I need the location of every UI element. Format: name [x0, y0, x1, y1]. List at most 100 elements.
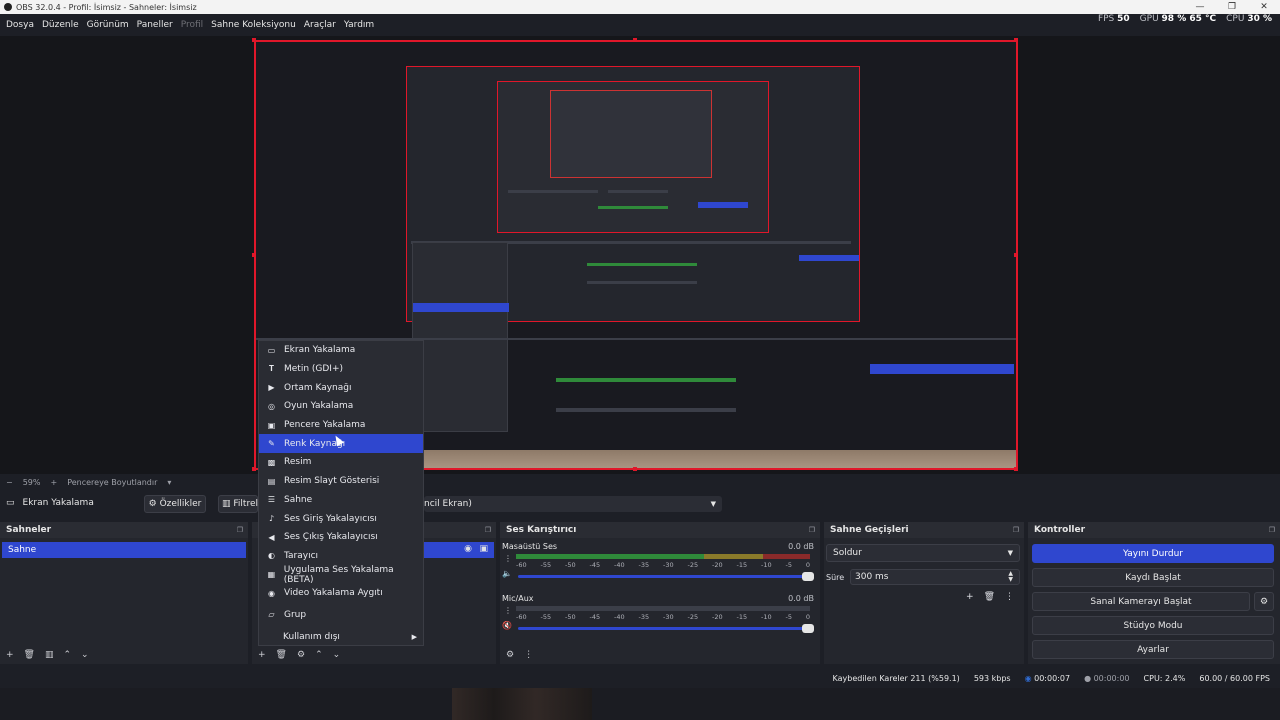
undock-icon[interactable]: ❐ — [485, 526, 491, 534]
resize-handle[interactable] — [252, 253, 256, 257]
chevron-down-icon[interactable]: ▾ — [167, 478, 171, 487]
menu-view[interactable]: Görünüm — [83, 20, 133, 30]
resize-handle[interactable] — [1014, 467, 1018, 471]
add-icon[interactable]: + — [6, 650, 14, 660]
menu-profile[interactable]: Profil — [177, 20, 207, 30]
menu-bar: Dosya Düzenle Görünüm Paneller Profil Sa… — [0, 14, 1280, 36]
scene-item[interactable]: Sahne — [2, 542, 246, 558]
menu-item-label: Oyun Yakalama — [284, 401, 354, 412]
menu-docks[interactable]: Paneller — [133, 20, 177, 30]
advanced-audio-icon[interactable]: ⚙ — [506, 650, 514, 660]
stream-time: 00:00:07 — [1034, 673, 1071, 683]
filter-icon[interactable]: ▥ — [45, 650, 54, 660]
transitions-dock: Sahne Geçişleri ❐ Soldur ▼ Süre 300 ms ▲ ▼… — [824, 522, 1024, 664]
volume-slider[interactable] — [518, 624, 814, 633]
menu-item-audio-input[interactable]: ♪ Ses Giriş Yakalayıcısı — [259, 509, 423, 528]
kebab-menu-icon[interactable]: ⋮ — [504, 554, 512, 563]
undock-icon[interactable]: ❐ — [1013, 526, 1019, 534]
gear-icon[interactable]: ⚙ — [297, 650, 305, 660]
menu-item-audio-output[interactable]: ◀ Ses Çıkış Yakalayıcısı — [259, 528, 423, 547]
start-virtual-camera-button[interactable]: Sanal Kamerayı Başlat — [1032, 592, 1250, 611]
menu-scene-collection[interactable]: Sahne Koleksiyonu — [207, 20, 300, 30]
zoom-plus-icon[interactable]: + — [50, 478, 57, 487]
source-item-selected[interactable]: ◉ ▣ — [424, 542, 494, 558]
lock-icon[interactable]: ▣ — [479, 544, 488, 554]
resize-handle[interactable] — [633, 38, 637, 42]
mixer-footer: ⚙ ⋮ — [506, 650, 533, 660]
maximize-button[interactable]: ❐ — [1216, 0, 1248, 14]
menu-help[interactable]: Yardım — [340, 20, 378, 30]
kebab-menu-icon[interactable]: ⋮ — [1005, 592, 1014, 602]
menu-item-label: Tarayıcı — [284, 550, 319, 561]
trash-icon[interactable]: 🗑 — [276, 650, 287, 660]
play-icon: ▶ — [268, 383, 275, 393]
close-button[interactable]: ✕ — [1248, 0, 1280, 14]
start-recording-button[interactable]: Kaydı Başlat — [1032, 568, 1274, 587]
slider-knob[interactable] — [802, 624, 814, 633]
transition-select[interactable]: Soldur ▼ — [826, 544, 1020, 562]
add-icon[interactable]: + — [966, 592, 974, 602]
mic-muted-icon[interactable]: 🔇 — [502, 621, 512, 630]
menu-item-window-capture[interactable]: ▣ Pencere Yakalama — [259, 416, 423, 435]
scale-mode[interactable]: Pencereye Boyutlandır — [67, 478, 157, 487]
properties-button[interactable]: ⚙ Özellikler — [144, 495, 206, 513]
duration-stepper[interactable]: 300 ms ▲ ▼ — [850, 569, 1020, 585]
undock-icon[interactable]: ❐ — [809, 526, 815, 534]
menu-item-app-audio[interactable]: ▦ Uygulama Ses Yakalama (BETA) — [259, 565, 423, 585]
resize-handle[interactable] — [633, 467, 637, 471]
zoom-minus-icon[interactable]: − — [6, 478, 13, 487]
menu-item-label: Video Yakalama Aygıtı — [284, 588, 383, 599]
eye-icon[interactable]: ◉ — [464, 544, 472, 554]
menu-item-label: Pencere Yakalama — [284, 420, 366, 431]
nested-highlight — [413, 303, 509, 312]
menu-item-text[interactable]: 𝐓 Metin (GDI+) — [259, 360, 423, 379]
resize-handle[interactable] — [1014, 253, 1018, 257]
trash-icon[interactable]: 🗑 — [984, 592, 995, 602]
menu-item-display-capture[interactable]: ▭ Ekran Yakalama — [259, 341, 423, 360]
stop-streaming-button[interactable]: Yayını Durdur — [1032, 544, 1274, 563]
menu-item-label: Sahne — [284, 494, 313, 505]
meter-ticks: -60 -55 -50 -45 -40 -35 -30 -25 -20 -15 -10 -5 0 — [516, 613, 810, 621]
undock-icon[interactable]: ❐ — [1269, 526, 1275, 534]
filter-icon: ▥ — [222, 499, 231, 509]
resize-handle[interactable] — [252, 467, 256, 471]
volume-slider[interactable] — [518, 572, 814, 581]
menu-item-scene[interactable]: ☰ Sahne — [259, 491, 423, 510]
studio-mode-button[interactable]: Stüdyo Modu — [1032, 616, 1274, 635]
zoom-level[interactable]: 59% — [23, 478, 41, 487]
resize-handle[interactable] — [1014, 38, 1018, 42]
minimize-button[interactable]: — — [1184, 0, 1216, 14]
virtual-camera-settings-button[interactable]: ⚙ — [1254, 592, 1274, 611]
chevron-up-icon[interactable]: ⌃ — [64, 650, 72, 660]
meter-ticks: -60 -55 -50 -45 -40 -35 -30 -25 -20 -15 -10 -5 0 — [516, 561, 810, 569]
add-icon[interactable]: + — [258, 650, 266, 660]
resize-handle[interactable] — [252, 38, 256, 42]
menu-item-slideshow[interactable]: ▤ Resim Slayt Gösterisi — [259, 472, 423, 491]
menu-item-deprecated[interactable]: Kullanım dışı ▶ — [259, 627, 423, 646]
filters-button[interactable]: ▥ Filtrele — [218, 495, 264, 513]
menu-item-game-capture[interactable]: ◎ Oyun Yakalama — [259, 397, 423, 416]
slider-knob[interactable] — [802, 572, 814, 581]
menu-item-browser[interactable]: ◐ Tarayıcı — [259, 547, 423, 566]
kebab-menu-icon[interactable]: ⋮ — [504, 606, 512, 615]
display-select[interactable]: ncil Ekran) ▼ — [424, 496, 722, 512]
chevron-up-icon[interactable]: ⌃ — [315, 650, 323, 660]
speaker-icon[interactable]: 🔈 — [502, 569, 512, 578]
menu-item-video-capture[interactable]: ◉ Video Yakalama Aygıtı — [259, 584, 423, 603]
kebab-menu-icon[interactable]: ⋮ — [524, 650, 533, 660]
undock-icon[interactable]: ❐ — [237, 526, 243, 534]
chevron-down-icon[interactable]: ⌄ — [81, 650, 89, 660]
nested-button — [698, 202, 748, 208]
menu-tools[interactable]: Araçlar — [300, 20, 340, 30]
settings-button[interactable]: Ayarlar — [1032, 640, 1274, 659]
menu-item-image[interactable]: ▩ Resim — [259, 453, 423, 472]
window-controls: — ❐ ✕ — [1184, 0, 1280, 14]
menu-file[interactable]: Dosya — [2, 20, 38, 30]
stepper-arrows-icon[interactable]: ▲ ▼ — [1008, 571, 1013, 583]
chevron-down-icon[interactable]: ⌄ — [333, 650, 341, 660]
menu-item-media-source[interactable]: ▶ Ortam Kaynağı — [259, 378, 423, 397]
menu-item-group[interactable]: ▱ Grup — [259, 606, 423, 625]
trash-icon[interactable]: 🗑 — [24, 650, 35, 660]
menu-edit[interactable]: Düzenle — [38, 20, 83, 30]
status-bar: Kaybedilen Kareler 211 (%59.1) 593 kbps … — [0, 668, 1280, 688]
